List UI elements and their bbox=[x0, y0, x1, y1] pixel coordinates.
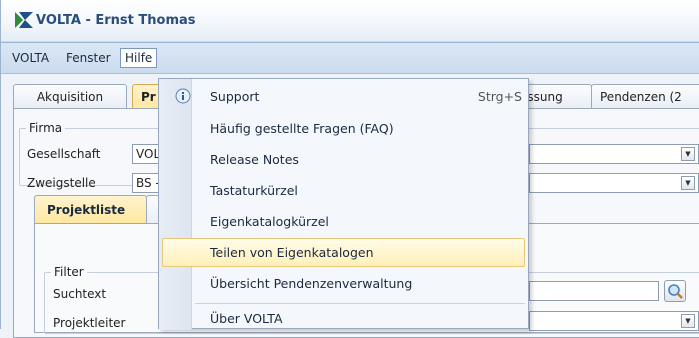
suchtext-label: Suchtext bbox=[53, 287, 107, 301]
zweigstelle-dropdown-arrow-icon[interactable]: ▼ bbox=[681, 176, 695, 190]
subtab-projektliste[interactable]: Projektliste bbox=[34, 195, 147, 224]
search-button[interactable] bbox=[664, 280, 686, 302]
menu-item-teilen-eigenkatalogen[interactable]: Teilen von Eigenkatalogen bbox=[162, 238, 525, 267]
zweigstelle-combo-tail[interactable] bbox=[529, 173, 699, 193]
suchtext-input-tail[interactable] bbox=[529, 281, 659, 301]
menu-bar: VOLTA Fenster Hilfe bbox=[1, 42, 699, 74]
gesellschaft-combo-tail[interactable] bbox=[529, 144, 699, 164]
menu-separator bbox=[195, 303, 525, 304]
firma-legend: Firma bbox=[26, 121, 66, 135]
menu-item-label: Support bbox=[210, 89, 260, 104]
gesellschaft-label: Gesellschaft bbox=[27, 147, 101, 161]
menu-volta[interactable]: VOLTA bbox=[7, 49, 54, 67]
menu-item-uebersicht-pendenzen[interactable]: Übersicht Pendenzenverwaltung bbox=[162, 270, 525, 299]
projektleiter-combo-tail[interactable] bbox=[529, 311, 699, 331]
projektleiter-dropdown-arrow-icon[interactable]: ▼ bbox=[681, 314, 695, 328]
filter-legend: Filter bbox=[51, 265, 87, 279]
menu-item-label: Häufig gestellte Fragen (FAQ) bbox=[210, 121, 394, 136]
menu-item-release-notes[interactable]: Release Notes bbox=[162, 146, 525, 175]
search-icon bbox=[668, 284, 683, 299]
projektleiter-label: Projektleiter bbox=[53, 316, 126, 330]
menu-item-tastaturkuerzel[interactable]: Tastaturkürzel bbox=[162, 177, 525, 206]
menu-item-label: Übersicht Pendenzenverwaltung bbox=[210, 276, 413, 291]
title-bar: VOLTA - Ernst Thomas bbox=[1, 0, 699, 42]
info-icon bbox=[175, 88, 191, 104]
menu-item-label: Eigenkatalogkürzel bbox=[210, 214, 329, 229]
zweigstelle-label: Zweigstelle bbox=[27, 176, 96, 190]
menu-item-ueber-volta[interactable]: Über VOLTA bbox=[162, 305, 525, 334]
menu-hilfe[interactable]: Hilfe bbox=[120, 48, 158, 68]
menu-fenster[interactable]: Fenster bbox=[61, 49, 116, 67]
window-title: VOLTA - Ernst Thomas bbox=[36, 13, 196, 28]
tab-pendenzen[interactable]: Pendenzen (2 bbox=[591, 84, 699, 109]
menu-item-eigenkatalogkuerzel[interactable]: Eigenkatalogkürzel bbox=[162, 208, 525, 237]
volta-logo-icon bbox=[15, 12, 33, 28]
menu-item-shortcut: Strg+S bbox=[477, 89, 522, 104]
menu-item-label: Release Notes bbox=[210, 152, 299, 167]
hilfe-dropdown-menu: Support Strg+S Häufig gestellte Fragen (… bbox=[158, 78, 529, 330]
menu-item-label: Tastaturkürzel bbox=[210, 183, 298, 198]
menu-item-support[interactable]: Support Strg+S bbox=[162, 83, 525, 112]
menu-item-faq[interactable]: Häufig gestellte Fragen (FAQ) bbox=[162, 115, 525, 144]
tab-akquisition[interactable]: Akquisition bbox=[13, 84, 127, 109]
menu-item-label: Teilen von Eigenkatalogen bbox=[210, 245, 374, 260]
gesellschaft-dropdown-arrow-icon[interactable]: ▼ bbox=[681, 147, 695, 161]
